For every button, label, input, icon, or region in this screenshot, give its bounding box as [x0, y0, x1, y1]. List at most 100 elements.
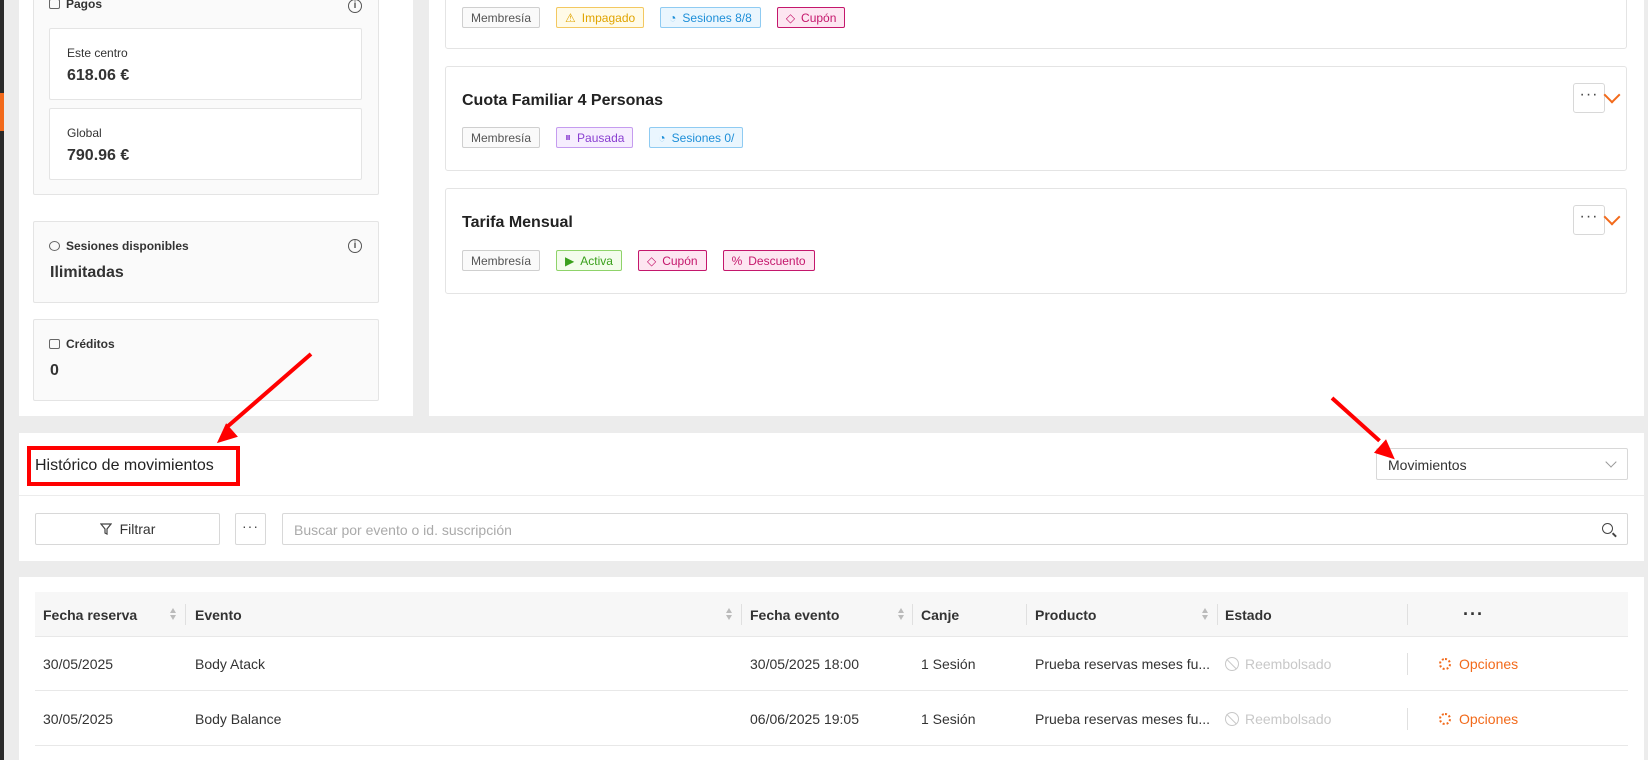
sidebar-active-indicator [0, 93, 4, 131]
subscription-title: Tarifa Mensual [462, 214, 573, 231]
options-link[interactable]: Opciones [1431, 637, 1561, 691]
options-link[interactable]: Opciones [1431, 692, 1561, 746]
tag-icon: ◇ [646, 253, 657, 268]
subscription-card[interactable]: Tarifa Mensual ··· Membresía ▶ Activa ◇ Cu… [445, 188, 1627, 294]
funnel-icon [99, 523, 112, 535]
tag-discount: % Descuento [722, 250, 815, 271]
more-options-button[interactable]: ··· [1573, 205, 1605, 235]
pie-icon: ◔ [658, 130, 666, 145]
tag-sessions: ◔ Sesiones 0/ [649, 127, 744, 148]
sort-icon[interactable] [898, 608, 905, 621]
column-divider [1407, 604, 1408, 625]
subscription-tags: Membresía ▶ Activa ◇ Cupón % Descuento [462, 250, 815, 271]
search-box[interactable] [282, 513, 1628, 545]
percent-icon: % [731, 253, 743, 268]
col-fecha-evento[interactable]: Fecha evento [742, 592, 902, 637]
credits-header: Créditos [49, 337, 115, 351]
ban-icon [1225, 657, 1239, 671]
cell-estado: Reembolsado [1217, 637, 1402, 691]
cell-producto: Prueba reservas meses fu... [1035, 711, 1211, 727]
tag-unpaid: ⚠ Impagado [556, 7, 645, 28]
tag-membership: Membresía [462, 127, 541, 148]
subscription-tags: Membresía ⚠ Impagado ◔ Sesiones 8/8 ◇ Cupón [462, 7, 846, 28]
tag-membership: Membresía [462, 7, 541, 28]
gear-icon [1439, 658, 1451, 670]
tag-sessions-label: Sesiones 8/8 [682, 10, 752, 25]
cell-evento: Body Balance [195, 711, 282, 727]
column-divider [185, 604, 186, 625]
global-value: 790.96 € [67, 147, 130, 164]
info-icon[interactable]: i [348, 0, 362, 13]
pause-icon: ⏸ [565, 130, 572, 144]
tag-sessions: ◔ Sesiones 8/8 [660, 7, 761, 28]
more-options-button[interactable]: ··· [1573, 83, 1605, 113]
cell-canje: 1 Sesión [921, 711, 976, 727]
tag-icon: ◇ [785, 10, 796, 25]
options-label: Opciones [1459, 711, 1519, 727]
cell-producto: Prueba reservas meses fu... [1035, 656, 1211, 672]
payments-header: Pagos [49, 0, 102, 11]
table-row[interactable]: 30/05/2025 Body Atack 30/05/2025 18:00 1… [35, 637, 1628, 691]
col-evento[interactable]: Evento [187, 592, 727, 637]
options-label: Opciones [1459, 656, 1519, 672]
estado-label: Reembolsado [1245, 656, 1332, 672]
subscriptions-panel: Membresía ⚠ Impagado ◔ Sesiones 8/8 ◇ Cupón… [429, 0, 1644, 416]
play-icon: ▶ [565, 253, 575, 268]
warning-icon: ⚠ [565, 10, 576, 25]
credits-card: Créditos 0 [33, 319, 379, 401]
chevron-down-icon [1605, 456, 1617, 468]
subscription-card[interactable]: Membresía ⚠ Impagado ◔ Sesiones 8/8 ◇ Cupón [445, 0, 1627, 49]
column-settings-button[interactable]: ··· [1455, 592, 1515, 637]
cell-estado: Reembolsado [1217, 692, 1402, 746]
payments-card: Pagos i Este centro 618.06 € Global 790.… [33, 0, 379, 195]
cell-evento: Body Atack [195, 656, 266, 672]
tag-membership: Membresía [462, 250, 541, 271]
filter-button[interactable]: Filtrar [35, 513, 220, 545]
tag-paused-label: Pausada [577, 130, 625, 145]
tag-active-label: Activa [580, 253, 613, 268]
chevron-down-icon[interactable] [1603, 208, 1621, 226]
table-row[interactable]: 30/05/2025 Body Balance 06/06/2025 19:05… [35, 692, 1628, 746]
history-title: Histórico de movimientos [35, 457, 214, 474]
search-input[interactable] [294, 520, 1574, 540]
table-header: Fecha reserva Evento Fecha evento Canje … [35, 592, 1628, 637]
search-icon[interactable] [1602, 523, 1613, 534]
sessions-title: Sesiones disponibles [66, 239, 189, 253]
tag-unpaid-label: Impagado [581, 10, 636, 25]
filter-label: Filtrar [119, 521, 156, 537]
col-canje: Canje [921, 606, 960, 623]
tag-sessions-label: Sesiones 0/ [671, 130, 735, 145]
subscription-card[interactable]: Cuota Familiar 4 Personas ··· Membresía … [445, 66, 1627, 171]
more-options-button[interactable]: ··· [235, 513, 266, 545]
col-producto[interactable]: Producto [1027, 592, 1187, 637]
estado-label: Reembolsado [1245, 711, 1332, 727]
movements-select[interactable]: Movimientos [1376, 448, 1628, 480]
tag-coupon: ◇ Cupón [776, 7, 846, 28]
movements-table: Fecha reserva Evento Fecha evento Canje … [19, 577, 1644, 760]
pie-icon [49, 241, 60, 251]
chevron-down-icon[interactable] [1603, 86, 1621, 104]
info-icon[interactable]: i [348, 239, 362, 253]
este-centro-label: Este centro [67, 46, 128, 60]
tag-paused: ⏸ Pausada [556, 127, 634, 148]
column-divider [1407, 708, 1408, 730]
sort-icon[interactable] [170, 608, 177, 621]
col-fecha-reserva[interactable]: Fecha reserva [35, 592, 179, 637]
este-centro-card: Este centro 618.06 € [49, 28, 362, 100]
global-label: Global [67, 126, 102, 140]
wallet-icon [49, 339, 60, 349]
ban-icon [1225, 712, 1239, 726]
gear-icon [1439, 713, 1451, 725]
divider [19, 495, 1644, 496]
sort-icon[interactable] [1202, 608, 1209, 621]
col-estado: Estado [1225, 606, 1272, 623]
sessions-card: Sesiones disponibles i Ilimitadas [33, 221, 379, 303]
payments-title: Pagos [66, 0, 103, 11]
este-centro-value: 618.06 € [67, 67, 130, 84]
subscription-title: Cuota Familiar 4 Personas [462, 92, 663, 109]
sort-icon[interactable] [726, 608, 733, 621]
summary-panel: Pagos i Este centro 618.06 € Global 790.… [19, 0, 413, 416]
subscription-tags: Membresía ⏸ Pausada ◔ Sesiones 0/ [462, 127, 744, 148]
column-divider [1407, 653, 1408, 675]
global-card: Global 790.96 € [49, 108, 362, 180]
